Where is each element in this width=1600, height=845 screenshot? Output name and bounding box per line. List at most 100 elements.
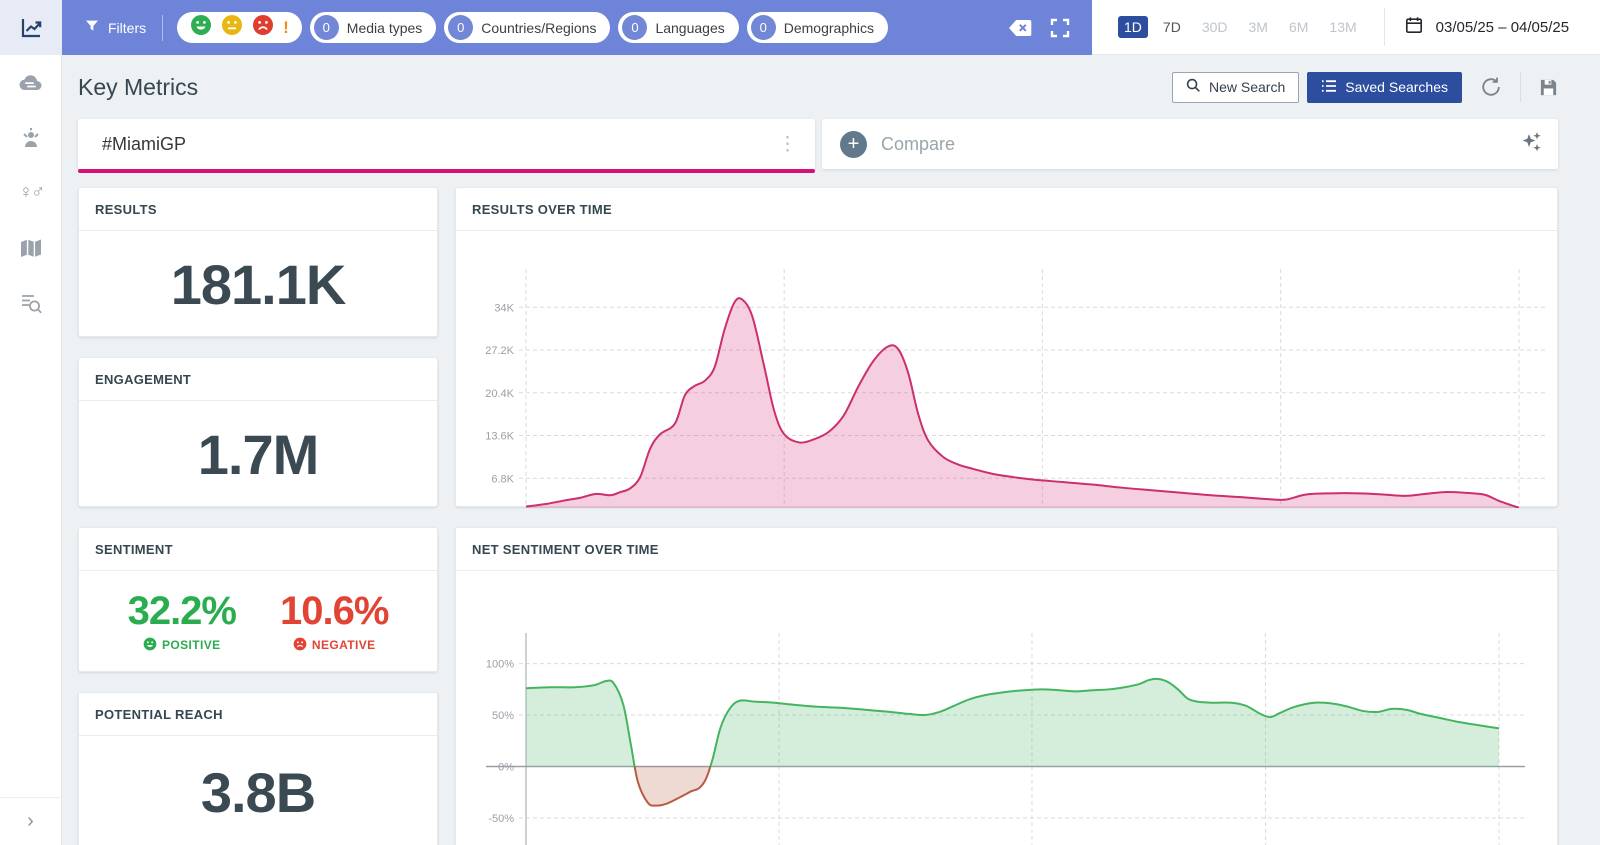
range-button-7d[interactable]: 7D bbox=[1157, 16, 1187, 38]
new-search-button[interactable]: New Search bbox=[1172, 72, 1299, 103]
divider bbox=[1384, 8, 1385, 46]
calendar-icon bbox=[1405, 16, 1423, 39]
sidebar-item-geography[interactable] bbox=[0, 220, 62, 275]
chart-title: NET SENTIMENT OVER TIME bbox=[472, 542, 659, 557]
count-badge: 0 bbox=[448, 15, 473, 40]
map-icon bbox=[18, 236, 44, 260]
sidebar-item-word-cloud[interactable] bbox=[0, 55, 62, 110]
count-badge: 0 bbox=[622, 15, 647, 40]
plus-circle-icon[interactable]: + bbox=[840, 131, 867, 158]
sidebar-item-influencers[interactable] bbox=[0, 110, 62, 165]
svg-text:13.6K: 13.6K bbox=[485, 431, 514, 443]
positive-sentiment-value: 32.2% bbox=[128, 589, 236, 634]
svg-text:34K: 34K bbox=[494, 302, 514, 314]
page-title: Key Metrics bbox=[78, 74, 198, 101]
count-badge: 0 bbox=[314, 15, 339, 40]
saved-searches-label: Saved Searches bbox=[1345, 79, 1448, 95]
chevron-right-icon: › bbox=[27, 810, 34, 833]
count-badge: 0 bbox=[751, 15, 776, 40]
sidebar: ♀♂ › bbox=[0, 0, 62, 845]
negative-label: NEGATIVE bbox=[312, 638, 376, 652]
svg-text:100%: 100% bbox=[486, 659, 514, 671]
positive-label: POSITIVE bbox=[162, 638, 221, 652]
search-accent-bar bbox=[78, 169, 815, 173]
engagement-card: ENGAGEMENT 1.7M bbox=[78, 357, 438, 507]
topbar-divider bbox=[162, 15, 163, 41]
potential-reach-card: POTENTIAL REACH 3.8B bbox=[78, 692, 438, 845]
compare-placeholder: Compare bbox=[881, 134, 1520, 155]
sparkles-ai-icon[interactable] bbox=[1520, 130, 1542, 159]
analytics-chart-icon bbox=[18, 15, 44, 41]
date-range-text: 03/05/25 – 04/05/25 bbox=[1436, 19, 1569, 36]
pill-label: Languages bbox=[655, 20, 724, 36]
sidebar-expand-button[interactable]: › bbox=[0, 797, 61, 845]
influencer-icon bbox=[18, 125, 44, 151]
filter-pill-demographics[interactable]: 0 Demographics bbox=[747, 12, 888, 43]
sidebar-item-demographics[interactable]: ♀♂ bbox=[0, 165, 62, 220]
range-button-3m[interactable]: 3M bbox=[1243, 16, 1274, 38]
funnel-icon bbox=[84, 18, 100, 37]
pill-label: Demographics bbox=[784, 20, 874, 36]
card-title: POTENTIAL REACH bbox=[95, 707, 223, 722]
reach-value: 3.8B bbox=[201, 760, 315, 825]
divider bbox=[1520, 72, 1521, 102]
svg-text:20.4K: 20.4K bbox=[485, 388, 514, 400]
filter-pill-countries[interactable]: 0 Countries/Regions bbox=[444, 12, 610, 43]
search-input[interactable] bbox=[102, 134, 778, 155]
save-button[interactable] bbox=[1539, 78, 1558, 97]
sidebar-item-results-list[interactable] bbox=[0, 275, 62, 330]
alert-exclamation-icon: ! bbox=[283, 19, 289, 36]
pill-label: Media types bbox=[347, 20, 422, 36]
range-button-13m[interactable]: 13M bbox=[1323, 16, 1362, 38]
smiley-positive-icon bbox=[190, 14, 212, 41]
net-sentiment-over-time-chart[interactable]: 100%50%0%-50%-100%12:004 May12:00 bbox=[456, 571, 1557, 845]
svg-text:27.2K: 27.2K bbox=[485, 345, 514, 357]
smiley-negative-icon bbox=[293, 637, 307, 654]
new-search-label: New Search bbox=[1209, 79, 1285, 95]
kebab-menu-icon[interactable]: ⋮ bbox=[778, 135, 797, 154]
topbar: Filters ! 0 Media types 0 Countries/Regi… bbox=[62, 0, 1600, 55]
results-list-search-icon bbox=[18, 291, 44, 315]
compare-box[interactable]: + Compare bbox=[822, 119, 1558, 169]
date-range-picker[interactable]: 03/05/25 – 04/05/25 bbox=[1405, 16, 1569, 39]
sentiment-card: SENTIMENT 32.2% POSITIVE 10.6% bbox=[78, 527, 438, 672]
filter-pill-languages[interactable]: 0 Languages bbox=[618, 12, 738, 43]
svg-text:-50%: -50% bbox=[488, 813, 514, 825]
saved-searches-button[interactable]: Saved Searches bbox=[1307, 72, 1462, 103]
card-title: SENTIMENT bbox=[95, 542, 173, 557]
smiley-positive-icon bbox=[143, 637, 157, 654]
results-value: 181.1K bbox=[171, 252, 346, 317]
search-query-box[interactable]: ⋮ bbox=[78, 119, 815, 169]
filter-pill-media-types[interactable]: 0 Media types bbox=[310, 12, 436, 43]
net-sentiment-over-time-card: NET SENTIMENT OVER TIME 100%50%0%-50%-10… bbox=[455, 527, 1558, 845]
filter-bar: Filters ! 0 Media types 0 Countries/Regi… bbox=[62, 0, 1092, 55]
svg-text:50%: 50% bbox=[492, 710, 514, 722]
results-over-time-chart[interactable]: 34K27.2K20.4K13.6K6.8K12:004 May12:00 bbox=[456, 231, 1557, 508]
sidebar-item-key-metrics[interactable] bbox=[0, 0, 62, 55]
sidebar-spacer bbox=[0, 330, 61, 797]
main-content: Key Metrics New Search Saved Searches bbox=[62, 55, 1600, 845]
svg-text:0%: 0% bbox=[498, 762, 514, 774]
engagement-value: 1.7M bbox=[198, 422, 319, 487]
filters-label: Filters bbox=[108, 20, 146, 36]
smiley-negative-icon bbox=[252, 14, 274, 41]
sentiment-filter-pill[interactable]: ! bbox=[177, 12, 302, 43]
card-title: ENGAGEMENT bbox=[95, 372, 191, 387]
results-card: RESULTS 181.1K bbox=[78, 187, 438, 337]
svg-text:6.8K: 6.8K bbox=[491, 473, 514, 485]
range-button-1d[interactable]: 1D bbox=[1118, 16, 1148, 38]
range-button-30d[interactable]: 30D bbox=[1196, 16, 1234, 38]
chart-title: RESULTS OVER TIME bbox=[472, 202, 612, 217]
fullscreen-icon[interactable] bbox=[1050, 18, 1070, 38]
date-range-bar: 1D 7D 30D 3M 6M 13M 03/05/25 – 04/05/25 bbox=[1092, 0, 1600, 55]
negative-sentiment-value: 10.6% bbox=[280, 589, 388, 634]
magnifier-icon bbox=[1186, 78, 1201, 96]
card-title: RESULTS bbox=[95, 202, 157, 217]
range-button-6m[interactable]: 6M bbox=[1283, 16, 1314, 38]
word-cloud-icon bbox=[17, 71, 45, 95]
refresh-button[interactable] bbox=[1480, 76, 1502, 98]
clear-filters-icon[interactable] bbox=[1008, 19, 1032, 37]
filters-button[interactable]: Filters bbox=[84, 18, 146, 37]
results-over-time-card: RESULTS OVER TIME 34K 27.2K 20.4K 13.6K 6.8K… bbox=[455, 187, 1558, 507]
pill-label: Countries/Regions bbox=[481, 20, 596, 36]
